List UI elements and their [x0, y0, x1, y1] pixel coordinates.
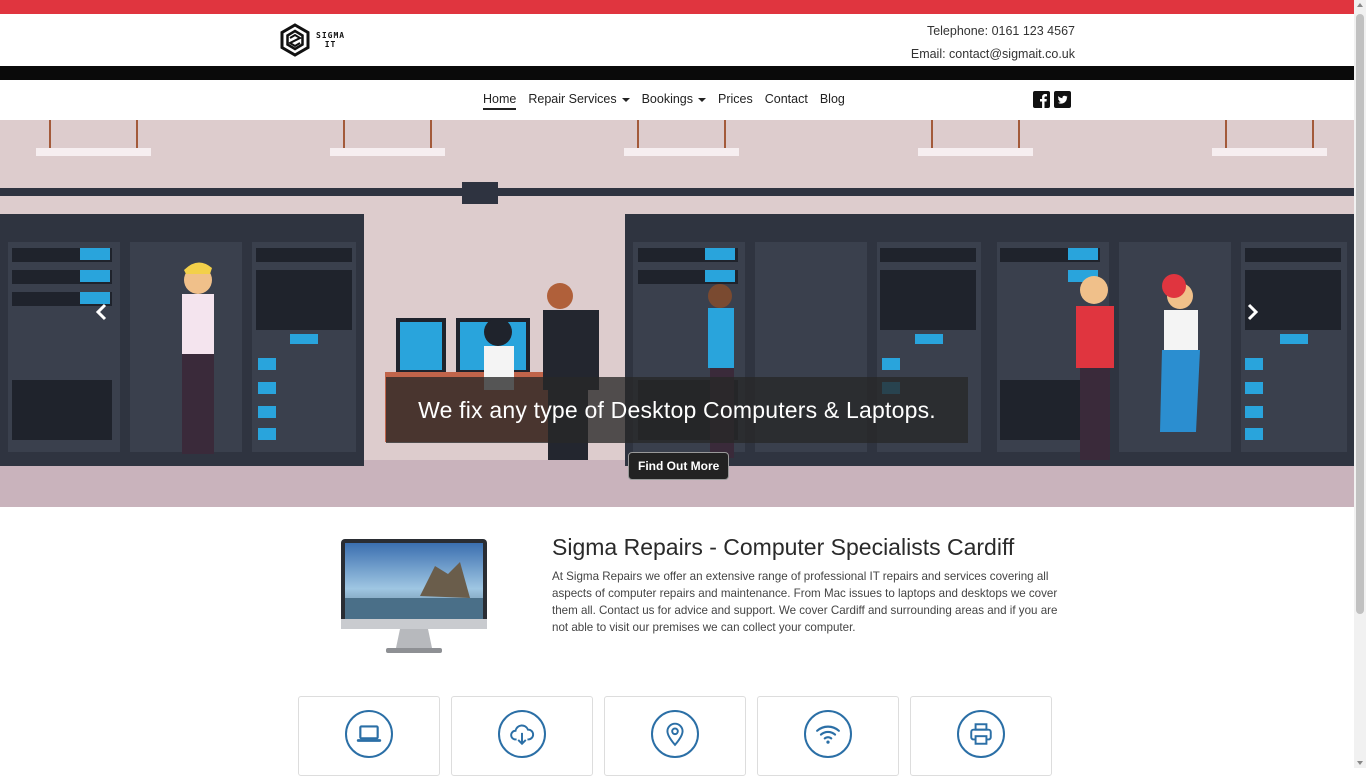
- printer-icon: [970, 723, 992, 745]
- nav-item-prices[interactable]: Prices: [718, 92, 753, 110]
- hero-carousel: We fix any type of Desktop Computers & L…: [0, 120, 1354, 507]
- desktop-monitor-icon: [341, 539, 487, 653]
- hero-illustration: [0, 120, 1354, 507]
- nav-links: Home Repair Services Bookings Prices Con…: [483, 92, 845, 110]
- service-cards: [298, 696, 1052, 776]
- icon-circle: [804, 710, 852, 758]
- service-card-location[interactable]: [604, 696, 746, 776]
- nav-item-repair-services[interactable]: Repair Services: [528, 92, 630, 110]
- caret-down-icon: [621, 97, 630, 102]
- intro-text: At Sigma Repairs we offer an extensive r…: [552, 570, 1058, 634]
- telephone-text: Telephone: 0161 123 4567: [926, 24, 1075, 38]
- scroll-down-arrow-icon[interactable]: [1357, 761, 1363, 765]
- social-links: [1033, 91, 1071, 108]
- main-nav: Home Repair Services Bookings Prices Con…: [0, 80, 1354, 120]
- scroll-thumb[interactable]: [1356, 14, 1364, 614]
- nav-item-bookings[interactable]: Bookings: [641, 92, 707, 110]
- site-header: SIGMA IT Telephone: 0161 123 4567 Email:…: [0, 14, 1354, 66]
- nav-item-blog[interactable]: Blog: [820, 92, 845, 110]
- contact-info: Telephone: 0161 123 4567 Email: contact@…: [911, 20, 1075, 66]
- service-card-laptop[interactable]: [298, 696, 440, 776]
- facebook-icon[interactable]: [1033, 91, 1050, 108]
- logo[interactable]: SIGMA IT: [279, 22, 359, 58]
- nav-item-contact[interactable]: Contact: [765, 92, 808, 110]
- twitter-icon[interactable]: [1054, 91, 1071, 108]
- logo-line2: IT: [324, 40, 337, 49]
- laptop-icon: [356, 725, 382, 742]
- map-pin-icon: [666, 722, 684, 747]
- icon-circle: [498, 710, 546, 758]
- service-card-printer[interactable]: [910, 696, 1052, 776]
- logo-line1: SIGMA: [316, 31, 346, 40]
- logo-hexagon-icon: [280, 23, 310, 57]
- email-text: Email: contact@sigmait.co.uk: [910, 47, 1075, 61]
- service-card-cloud-download[interactable]: [451, 696, 593, 776]
- carousel-next-button[interactable]: [1240, 300, 1264, 324]
- carousel-prev-button[interactable]: [90, 300, 114, 324]
- nav-item-label: Bookings: [641, 92, 694, 106]
- service-card-wifi[interactable]: [757, 696, 899, 776]
- find-out-more-button[interactable]: Find Out More: [628, 452, 730, 480]
- intro-title: Sigma Repairs - Computer Specialists Car…: [552, 534, 1015, 560]
- wifi-icon: [816, 725, 840, 744]
- intro-image: [340, 536, 488, 661]
- scroll-up-arrow-icon[interactable]: [1357, 3, 1363, 7]
- header-divider-bar: [0, 66, 1354, 80]
- nav-item-label: Repair Services: [528, 92, 617, 106]
- icon-circle: [651, 710, 699, 758]
- nav-item-home[interactable]: Home: [483, 92, 517, 110]
- logo-text: SIGMA IT: [316, 31, 345, 49]
- cloud-download-icon: [510, 724, 535, 746]
- top-accent-bar: [0, 0, 1354, 14]
- page-scrollbar[interactable]: [1354, 0, 1366, 768]
- icon-circle: [957, 710, 1005, 758]
- icon-circle: [345, 710, 393, 758]
- hero-caption: We fix any type of Desktop Computers & L…: [386, 377, 968, 443]
- caret-down-icon: [698, 97, 707, 102]
